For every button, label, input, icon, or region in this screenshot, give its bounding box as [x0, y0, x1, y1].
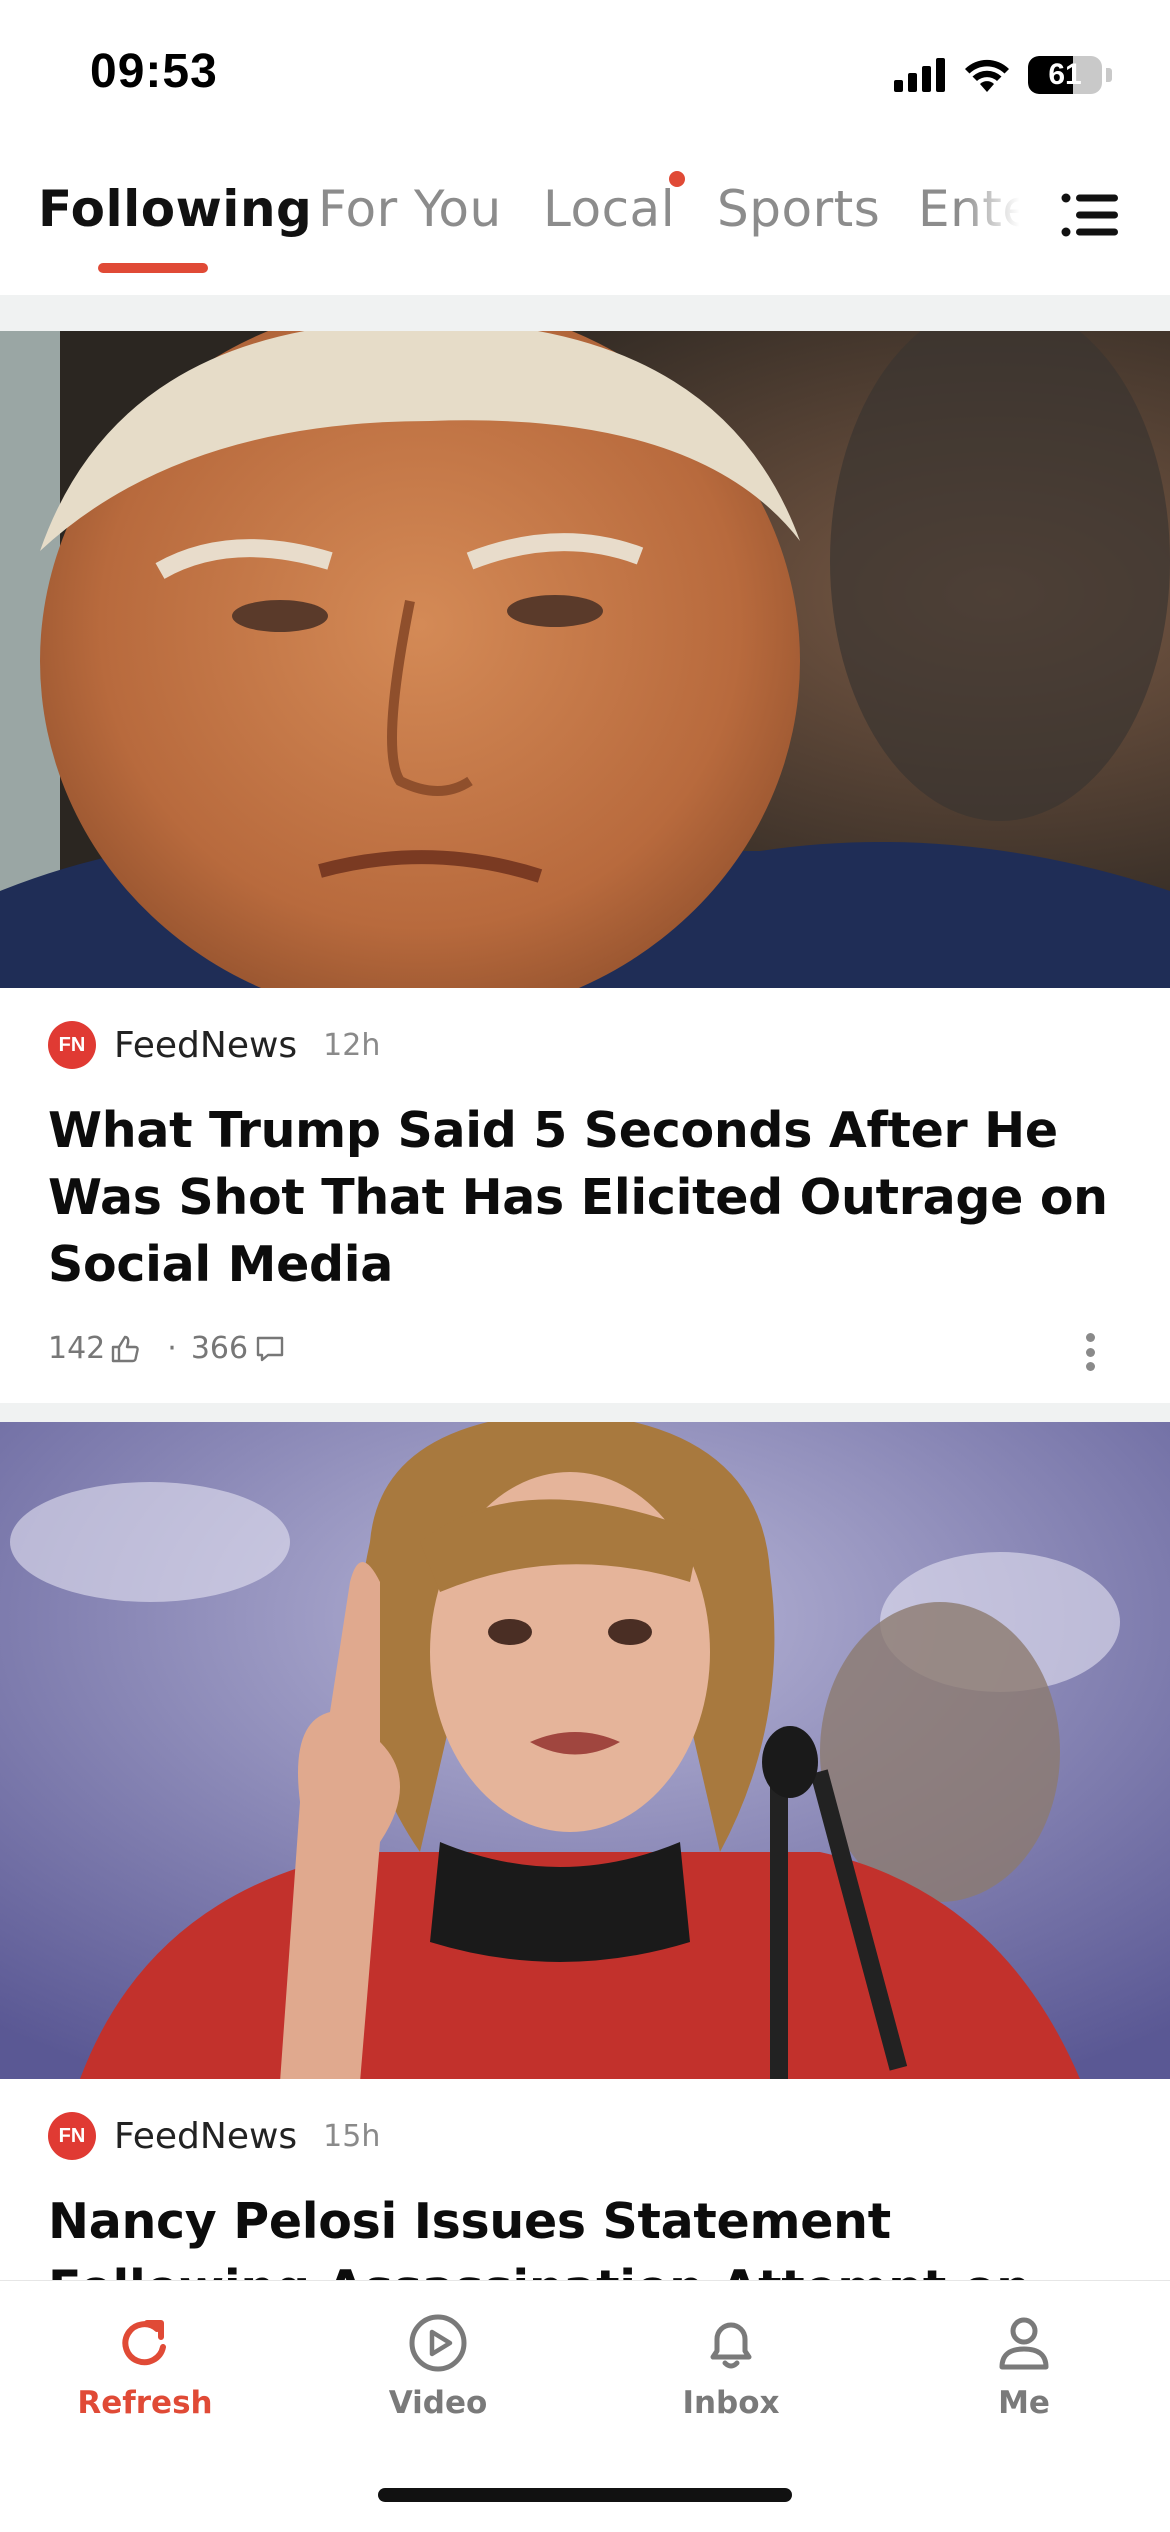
bell-icon — [710, 2322, 752, 2369]
list-menu-icon — [1061, 193, 1118, 237]
battery-level: 61 — [1048, 58, 1082, 91]
category-menu-button[interactable] — [1030, 160, 1150, 270]
local-notification-dot — [669, 171, 685, 187]
feed-divider — [0, 1403, 1170, 1422]
source-row: FN FeedNews 12h — [48, 1021, 380, 1069]
feed-divider — [0, 295, 1170, 331]
home-indicator — [378, 2488, 792, 2502]
nav-refresh[interactable]: Refresh — [45, 2311, 245, 2421]
tab-for-you[interactable]: For You — [318, 180, 502, 238]
nav-me-label: Me — [998, 2385, 1050, 2421]
nav-inbox-label: Inbox — [682, 2385, 780, 2421]
wifi-icon — [965, 59, 1009, 92]
like-count: 142 — [48, 1331, 106, 1366]
post-age: 12h — [323, 1027, 381, 1063]
source-name[interactable]: FeedNews — [114, 2116, 297, 2157]
tab-local[interactable]: Local — [543, 180, 675, 238]
article-image[interactable] — [0, 331, 1170, 988]
nav-refresh-label: Refresh — [77, 2385, 213, 2421]
play-icon — [409, 2314, 467, 2372]
active-tab-indicator — [98, 263, 208, 273]
article-image[interactable] — [0, 1422, 1170, 2079]
article-headline[interactable]: What Trump Said 5 Seconds After He Was S… — [48, 1097, 1118, 1298]
post-age: 15h — [323, 2118, 381, 2154]
person-icon — [999, 2317, 1049, 2370]
tab-sports[interactable]: Sports — [717, 180, 880, 238]
comment-count: 366 — [190, 1331, 249, 1366]
nav-video-label: Video — [388, 2385, 488, 2421]
refresh-icon — [122, 2320, 166, 2366]
tab-fade — [960, 160, 1030, 270]
source-logo[interactable]: FN — [48, 2112, 96, 2160]
nav-video[interactable]: Video — [338, 2311, 538, 2421]
battery-icon: 61 — [1028, 56, 1102, 94]
thumbs-up-icon[interactable] — [109, 1333, 141, 1365]
news-card[interactable]: FN FeedNews 15h Nancy Pelosi Issues Stat… — [0, 1422, 1170, 2384]
source-logo[interactable]: FN — [48, 1021, 96, 1069]
engagement-stats: 142 · 366 — [48, 1331, 286, 1366]
status-icons: 61 — [894, 50, 1112, 100]
source-name[interactable]: FeedNews — [114, 1025, 297, 1066]
status-time: 09:53 — [90, 45, 218, 98]
cellular-signal-icon — [894, 58, 945, 92]
nav-inbox[interactable]: Inbox — [631, 2311, 831, 2421]
comment-icon[interactable] — [254, 1333, 286, 1365]
battery-cap — [1106, 68, 1112, 82]
news-card[interactable]: FN FeedNews 12h What Trump Said 5 Second… — [0, 331, 1170, 1403]
nav-me[interactable]: Me — [924, 2311, 1124, 2421]
status-bar: 09:53 61 — [0, 0, 1170, 150]
source-row: FN FeedNews 15h — [48, 2112, 380, 2160]
stats-separator: · — [167, 1331, 177, 1366]
tab-following[interactable]: Following — [38, 180, 312, 238]
more-options-button[interactable] — [1070, 1327, 1110, 1377]
